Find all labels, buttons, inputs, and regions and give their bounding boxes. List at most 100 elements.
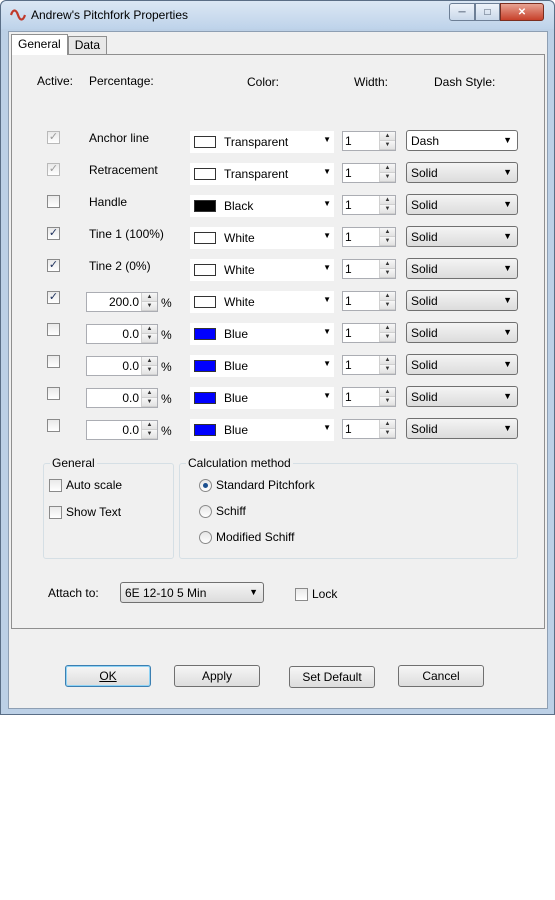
row-color-select[interactable]: White ▼: [190, 227, 334, 249]
spin-up-icon[interactable]: ▲: [142, 389, 157, 398]
spin-up-icon[interactable]: ▲: [142, 421, 157, 430]
row-active-checkbox[interactable]: ✓: [47, 227, 60, 240]
row-width-stepper[interactable]: 1 ▲ ▼: [342, 227, 396, 247]
row-percentage-stepper[interactable]: 0.0 ▲ ▼: [86, 356, 158, 376]
minimize-button[interactable]: ─: [449, 3, 475, 21]
spin-down-icon[interactable]: ▼: [380, 365, 395, 374]
row-dash-style-select[interactable]: Solid ▼: [406, 290, 518, 311]
spin-down-icon[interactable]: ▼: [380, 269, 395, 278]
spin-up-icon[interactable]: ▲: [380, 228, 395, 237]
spin-buttons[interactable]: ▲ ▼: [379, 292, 395, 310]
spin-up-icon[interactable]: ▲: [380, 388, 395, 397]
spin-buttons[interactable]: ▲ ▼: [379, 324, 395, 342]
spin-up-icon[interactable]: ▲: [142, 357, 157, 366]
spin-down-icon[interactable]: ▼: [142, 366, 157, 375]
spin-down-icon[interactable]: ▼: [380, 429, 395, 438]
row-percentage-stepper[interactable]: 0.0 ▲ ▼: [86, 388, 158, 408]
spin-up-icon[interactable]: ▲: [142, 293, 157, 302]
auto-scale-checkbox[interactable]: [49, 479, 62, 492]
row-active-checkbox[interactable]: [47, 387, 60, 400]
spin-up-icon[interactable]: ▲: [380, 356, 395, 365]
spin-buttons[interactable]: ▲ ▼: [379, 260, 395, 278]
schiff-radio[interactable]: [199, 505, 212, 518]
apply-button[interactable]: Apply: [174, 665, 260, 687]
row-dash-style-select[interactable]: Solid ▼: [406, 162, 518, 183]
spin-down-icon[interactable]: ▼: [142, 334, 157, 343]
spin-up-icon[interactable]: ▲: [380, 132, 395, 141]
spin-buttons[interactable]: ▲ ▼: [379, 420, 395, 438]
row-width-stepper[interactable]: 1 ▲ ▼: [342, 291, 396, 311]
spin-buttons[interactable]: ▲ ▼: [141, 421, 157, 439]
spin-up-icon[interactable]: ▲: [380, 196, 395, 205]
row-dash-style-select[interactable]: Solid ▼: [406, 354, 518, 375]
row-color-select[interactable]: Black ▼: [190, 195, 334, 217]
maximize-button[interactable]: □: [475, 3, 500, 21]
spin-buttons[interactable]: ▲ ▼: [141, 357, 157, 375]
row-dash-style-select[interactable]: Solid ▼: [406, 226, 518, 247]
row-percentage-stepper[interactable]: 0.0 ▲ ▼: [86, 324, 158, 344]
title-bar[interactable]: Andrew's Pitchfork Properties ─ □ ✕: [1, 1, 554, 29]
spin-buttons[interactable]: ▲ ▼: [379, 228, 395, 246]
spin-down-icon[interactable]: ▼: [142, 302, 157, 311]
row-width-stepper[interactable]: 1 ▲ ▼: [342, 323, 396, 343]
spin-down-icon[interactable]: ▼: [380, 205, 395, 214]
row-width-stepper[interactable]: 1 ▲ ▼: [342, 355, 396, 375]
spin-down-icon[interactable]: ▼: [142, 398, 157, 407]
row-width-stepper[interactable]: 1 ▲ ▼: [342, 131, 396, 151]
row-dash-style-select[interactable]: Dash ▼: [406, 130, 518, 151]
row-color-select[interactable]: Blue ▼: [190, 323, 334, 345]
spin-up-icon[interactable]: ▲: [380, 292, 395, 301]
row-color-select[interactable]: Blue ▼: [190, 355, 334, 377]
row-width-stepper[interactable]: 1 ▲ ▼: [342, 195, 396, 215]
row-active-checkbox[interactable]: [47, 419, 60, 432]
row-dash-style-select[interactable]: Solid ▼: [406, 258, 518, 279]
row-active-checkbox[interactable]: [47, 195, 60, 208]
set-default-button[interactable]: Set Default: [289, 666, 375, 688]
cancel-button[interactable]: Cancel: [398, 665, 484, 687]
tab-general[interactable]: General: [11, 34, 68, 55]
row-width-stepper[interactable]: 1 ▲ ▼: [342, 419, 396, 439]
spin-buttons[interactable]: ▲ ▼: [141, 293, 157, 311]
spin-down-icon[interactable]: ▼: [380, 301, 395, 310]
row-color-select[interactable]: Transparent ▼: [190, 163, 334, 185]
spin-buttons[interactable]: ▲ ▼: [141, 325, 157, 343]
close-button[interactable]: ✕: [500, 3, 544, 21]
spin-buttons[interactable]: ▲ ▼: [379, 356, 395, 374]
spin-down-icon[interactable]: ▼: [142, 430, 157, 439]
row-percentage-stepper[interactable]: 0.0 ▲ ▼: [86, 420, 158, 440]
attach-to-select[interactable]: 6E 12-10 5 Min ▼: [120, 582, 264, 603]
spin-up-icon[interactable]: ▲: [380, 420, 395, 429]
show-text-checkbox[interactable]: [49, 506, 62, 519]
ok-button[interactable]: OK: [65, 665, 151, 687]
row-width-stepper[interactable]: 1 ▲ ▼: [342, 387, 396, 407]
row-color-select[interactable]: Transparent ▼: [190, 131, 334, 153]
modified-schiff-radio[interactable]: [199, 531, 212, 544]
row-width-stepper[interactable]: 1 ▲ ▼: [342, 259, 396, 279]
spin-buttons[interactable]: ▲ ▼: [141, 389, 157, 407]
spin-buttons[interactable]: ▲ ▼: [379, 164, 395, 182]
spin-buttons[interactable]: ▲ ▼: [379, 132, 395, 150]
spin-down-icon[interactable]: ▼: [380, 397, 395, 406]
row-percentage-stepper[interactable]: 200.0 ▲ ▼: [86, 292, 158, 312]
spin-down-icon[interactable]: ▼: [380, 173, 395, 182]
spin-up-icon[interactable]: ▲: [380, 324, 395, 333]
row-color-select[interactable]: White ▼: [190, 291, 334, 313]
spin-buttons[interactable]: ▲ ▼: [379, 196, 395, 214]
spin-down-icon[interactable]: ▼: [380, 237, 395, 246]
tab-data[interactable]: Data: [67, 36, 108, 54]
row-dash-style-select[interactable]: Solid ▼: [406, 194, 518, 215]
row-active-checkbox[interactable]: [47, 355, 60, 368]
spin-up-icon[interactable]: ▲: [142, 325, 157, 334]
spin-down-icon[interactable]: ▼: [380, 333, 395, 342]
row-color-select[interactable]: Blue ▼: [190, 419, 334, 441]
spin-buttons[interactable]: ▲ ▼: [379, 388, 395, 406]
row-dash-style-select[interactable]: Solid ▼: [406, 386, 518, 407]
spin-up-icon[interactable]: ▲: [380, 260, 395, 269]
spin-down-icon[interactable]: ▼: [380, 141, 395, 150]
row-color-select[interactable]: White ▼: [190, 259, 334, 281]
row-width-stepper[interactable]: 1 ▲ ▼: [342, 163, 396, 183]
lock-checkbox[interactable]: [295, 588, 308, 601]
spin-up-icon[interactable]: ▲: [380, 164, 395, 173]
row-active-checkbox[interactable]: [47, 323, 60, 336]
row-color-select[interactable]: Blue ▼: [190, 387, 334, 409]
